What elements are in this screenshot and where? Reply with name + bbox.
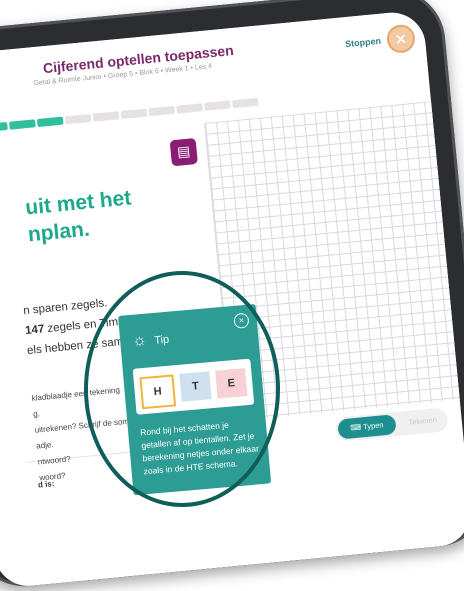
progress-segment — [92, 111, 120, 122]
progress-segment — [0, 121, 8, 133]
tip-card: ☼ Tip × H T E Rond bij het schatten je g… — [118, 303, 272, 496]
progress-segment — [36, 116, 64, 128]
close-icon[interactable]: × — [233, 312, 250, 329]
hte-e-cell: E — [215, 368, 248, 399]
exercise-heading: uit met het nplan. — [24, 184, 135, 248]
hte-t-cell: T — [179, 371, 212, 402]
progress-segment — [232, 97, 259, 109]
tip-card-wrapper: ☼ Tip × H T E Rond bij het schatten je g… — [118, 303, 272, 496]
tip-title: Tip — [153, 333, 170, 347]
number-147: 147 — [24, 323, 45, 338]
close-icon: × — [393, 29, 409, 49]
progress-segment — [204, 100, 231, 111]
progress-segment — [9, 119, 36, 130]
tekenen-mode-button[interactable]: Tekenen — [399, 409, 447, 433]
answer-label: d is: — [37, 479, 55, 490]
note-icon: ▤ — [176, 143, 192, 161]
stop-label[interactable]: Stoppen — [345, 36, 382, 49]
app-screen: Cijferend optellen toepassen Getal & Rui… — [0, 9, 464, 589]
hte-table: H T E — [132, 358, 255, 415]
keyboard-icon: ⌨ — [349, 422, 364, 433]
progress-segment — [120, 108, 148, 119]
note-button[interactable]: ▤ — [169, 137, 198, 167]
tip-text: Rond bij het schatten je getallen af op … — [139, 419, 260, 477]
lightbulb-icon: ☼ — [131, 331, 148, 350]
tablet-frame: Cijferend optellen toepassen Getal & Rui… — [0, 0, 464, 591]
typen-label: Typen — [362, 420, 384, 432]
progress-segment — [148, 105, 176, 117]
hte-h-cell: H — [139, 374, 177, 410]
progress-segment — [176, 103, 203, 114]
stop-button[interactable]: × — [385, 23, 417, 55]
typen-mode-button[interactable]: ⌨ Typen — [337, 414, 397, 440]
progress-segment — [64, 113, 92, 125]
input-mode-toggle[interactable]: ⌨ Typen Tekenen — [334, 407, 449, 442]
